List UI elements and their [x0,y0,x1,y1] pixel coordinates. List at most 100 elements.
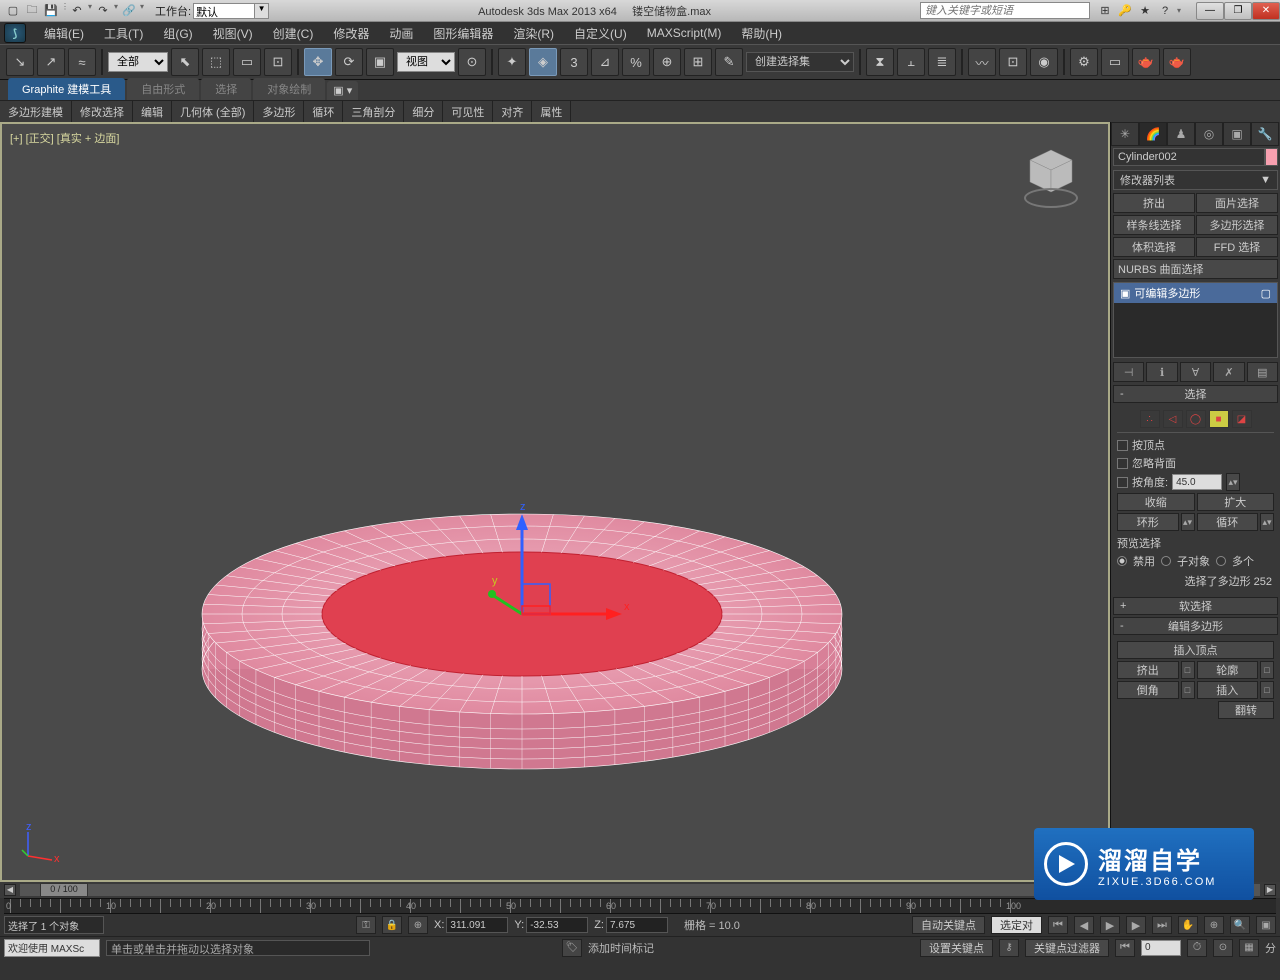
unlink-icon[interactable]: ↗ [37,48,65,76]
subobj-polygon-icon[interactable]: ■ [1209,410,1229,428]
viewport[interactable]: [+] [正交] [真实 + 边面] z [0,122,1110,882]
ribbon-minimize-icon[interactable]: ▣ ▾ [327,81,358,100]
infocenter-grid-icon[interactable]: ⊞ [1096,2,1114,20]
menu-maxscript[interactable]: MAXScript(M) [637,23,732,43]
next-frame-icon[interactable]: ▶ [1126,916,1146,934]
btn-loop[interactable]: 循环 [1197,513,1259,531]
cylinder-object[interactable]: z x y [192,484,872,804]
mirror-icon[interactable]: ⧗ [866,48,894,76]
btn-shrink[interactable]: 收缩 [1117,493,1195,511]
chk-ignoreback[interactable] [1117,458,1128,469]
time-config-icon[interactable]: ⏱ [1187,939,1207,957]
menu-tools[interactable]: 工具(T) [94,22,153,45]
qat-save-icon[interactable]: 💾 [42,2,60,20]
app-menu-icon[interactable]: ⟆ [4,23,26,43]
btn-ring[interactable]: 环形 [1117,513,1179,531]
time-ruler[interactable]: 0102030405060708090100 [4,898,1276,914]
mod-btn-splinesel[interactable]: 样条线选择 [1113,215,1195,235]
nav2-icon[interactable]: ⊙ [1213,939,1233,957]
ribbon-tab-graphite[interactable]: Graphite 建模工具 [8,78,125,100]
stack-bulb-icon[interactable]: ▢ [1261,287,1271,300]
tab-motion-icon[interactable]: ◎ [1195,122,1223,146]
tab-create-icon[interactable]: ✳ [1111,122,1139,146]
subobj-element-icon[interactable]: ◪ [1232,410,1252,428]
scale-icon[interactable]: ▣ [366,48,394,76]
mod-btn-nurbs[interactable]: NURBS 曲面选择 [1113,259,1278,279]
menu-group[interactable]: 组(G) [153,22,202,45]
align-icon[interactable]: ⫠ [897,48,925,76]
coord-mode-icon[interactable]: ⊕ [408,916,428,934]
goto-end-icon[interactable]: ⏭ [1152,916,1172,934]
key-mode-icon[interactable]: ⚷ [999,939,1019,957]
play-icon[interactable]: ▶ [1100,916,1120,934]
render-prod-icon[interactable]: 🫖 [1132,48,1160,76]
angle-spinner[interactable] [1172,474,1222,490]
autokey-button[interactable]: 自动关键点 [912,916,985,934]
maximize-button[interactable]: ❐ [1224,2,1252,20]
snap-toggle-icon[interactable]: ◈ [529,48,557,76]
make-unique-icon[interactable]: ∀ [1180,362,1211,382]
layers-icon[interactable]: ≣ [928,48,956,76]
chk-byvertex[interactable] [1117,440,1128,451]
link-icon[interactable]: ↘ [6,48,34,76]
rp-props[interactable]: 属性 [532,101,571,123]
rp-tri[interactable]: 三角剖分 [343,101,404,123]
btn-insert-vertex[interactable]: 插入顶点 [1117,641,1274,659]
key-prev-icon[interactable]: ⏮ [1115,939,1135,957]
btn-extrude[interactable]: 挤出 [1117,661,1179,679]
spinner-snap-icon[interactable]: ⊕ [653,48,681,76]
bevel-settings-icon[interactable]: □ [1181,681,1195,699]
qat-new-icon[interactable]: ▢ [4,2,22,20]
mod-btn-polysel[interactable]: 多边形选择 [1196,215,1278,235]
rollout-selection[interactable]: -选择 [1113,385,1278,403]
btn-flip[interactable]: 翻转 [1218,701,1274,719]
tab-utilities-icon[interactable]: 🔧 [1251,122,1279,146]
selection-filter-combo[interactable]: 全部 [108,52,168,72]
menu-edit[interactable]: 编辑(E) [34,22,94,45]
percent-snap-icon[interactable]: % [622,48,650,76]
pivot-icon[interactable]: ⊙ [458,48,486,76]
mod-btn-ffdsel[interactable]: FFD 选择 [1196,237,1278,257]
tab-modify-icon[interactable]: 🌈 [1139,122,1167,146]
radio-multi[interactable] [1216,556,1226,566]
radio-subobj[interactable] [1161,556,1171,566]
slider-next-icon[interactable]: ▶ [1264,884,1276,896]
show-end-icon[interactable]: ℹ [1146,362,1177,382]
qat-undo-menu[interactable]: ▾ [87,2,93,20]
ribbon-tab-selection[interactable]: 选择 [201,78,251,100]
subobj-vertex-icon[interactable]: ∴ [1140,410,1160,428]
rp-align[interactable]: 对齐 [493,101,532,123]
modifier-list-combo[interactable]: 修改器列表▼ [1113,170,1278,190]
btn-inset[interactable]: 插入 [1197,681,1259,699]
render-setup-icon[interactable]: ⚙ [1070,48,1098,76]
rp-loop[interactable]: 循环 [304,101,343,123]
material-editor-icon[interactable]: ◉ [1030,48,1058,76]
menu-animation[interactable]: 动画 [379,22,423,45]
tab-hierarchy-icon[interactable]: ♟ [1167,122,1195,146]
infocenter-key-icon[interactable]: 🔑 [1116,2,1134,20]
named-sel-icon[interactable]: ✎ [715,48,743,76]
menu-views[interactable]: 视图(V) [203,22,263,45]
ring-spin-icon[interactable]: ▴▾ [1181,513,1195,531]
menu-modifiers[interactable]: 修改器 [323,22,379,45]
radio-disable[interactable] [1117,556,1127,566]
close-button[interactable]: ✕ [1252,2,1280,20]
angle-snap-icon[interactable]: ⊿ [591,48,619,76]
outline-settings-icon[interactable]: □ [1260,661,1274,679]
render-icon[interactable]: 🫖 [1163,48,1191,76]
minimize-button[interactable]: — [1196,2,1224,20]
frame-input[interactable] [1141,940,1181,956]
qat-redo-icon[interactable]: ↷ [94,2,112,20]
maxscript-welcome[interactable]: 欢迎使用 MAXSc [4,939,100,957]
coord-x-input[interactable] [446,917,508,933]
stack-expand-icon[interactable]: ▣ [1120,287,1130,300]
goto-start-icon[interactable]: ⏮ [1048,916,1068,934]
inset-settings-icon[interactable]: □ [1260,681,1274,699]
pin-stack-icon[interactable]: ⊣ [1113,362,1144,382]
modifier-stack[interactable]: ▣ 可编辑多边形 ▢ [1113,282,1278,358]
tab-display-icon[interactable]: ▣ [1223,122,1251,146]
rp-geom[interactable]: 几何体 (全部) [172,101,254,123]
rp-modsel[interactable]: 修改选择 [72,101,133,123]
workspace-arrow-icon[interactable]: ▼ [255,3,269,19]
infocenter-menu[interactable]: ▾ [1176,6,1182,15]
